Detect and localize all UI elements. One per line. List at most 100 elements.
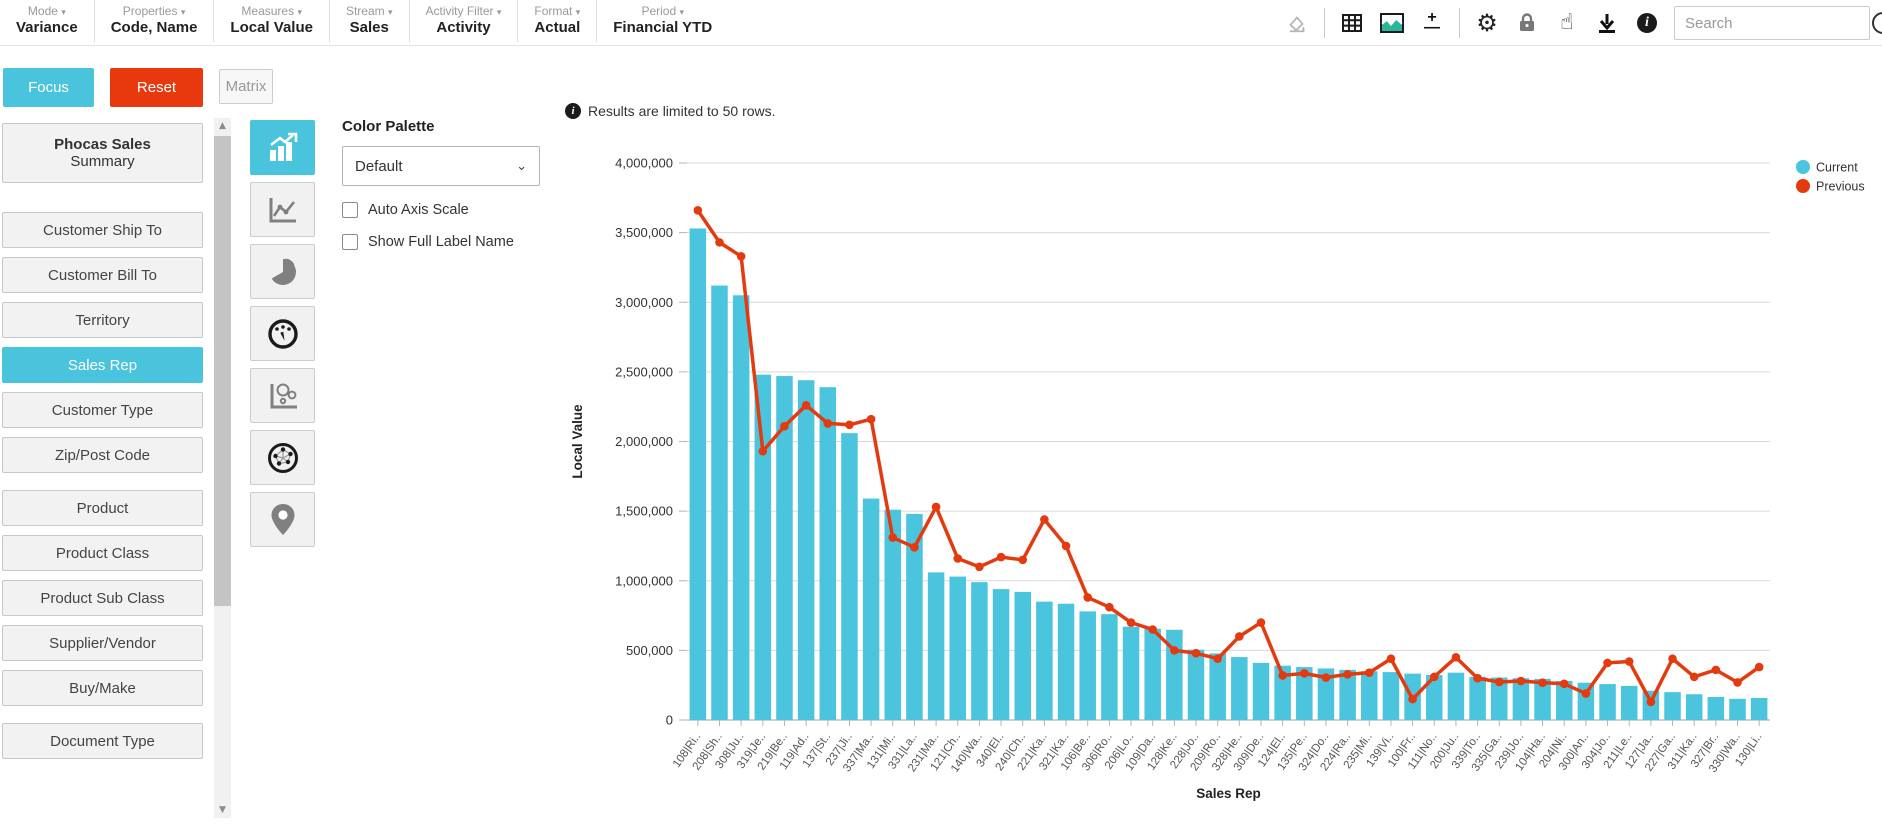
line-point[interactable] [1192, 649, 1201, 658]
bar-current[interactable] [1253, 663, 1270, 720]
line-point[interactable] [1495, 678, 1504, 687]
toolbar-dropdown-mode[interactable]: Mode ▾Variance [0, 0, 95, 42]
line-point[interactable] [1018, 556, 1027, 565]
line-point[interactable] [1517, 677, 1526, 686]
line-point[interactable] [1040, 515, 1049, 524]
bar-current[interactable] [1664, 692, 1681, 720]
bar-current[interactable] [798, 380, 815, 720]
line-point[interactable] [1213, 654, 1222, 663]
line-point[interactable] [737, 252, 746, 261]
toolbar-dropdown-period[interactable]: Period ▾Financial YTD [597, 0, 728, 42]
chart-type-bar-chart-icon[interactable] [250, 120, 315, 175]
sidebar-item-buy-make[interactable]: Buy/Make [2, 670, 203, 706]
bar-current[interactable] [928, 572, 945, 720]
chart-type-network-chart-icon[interactable] [250, 430, 315, 485]
sales-rep-chart[interactable]: 0500,0001,000,0001,500,0002,000,0002,500… [560, 130, 1882, 822]
line-point[interactable] [1170, 646, 1179, 655]
line-point[interactable] [953, 554, 962, 563]
line-point[interactable] [1712, 666, 1721, 675]
search-input[interactable] [1674, 6, 1870, 40]
download-icon[interactable] [1594, 10, 1620, 36]
scroll-up-icon[interactable]: ▲ [214, 118, 231, 134]
chart-svg[interactable]: 0500,0001,000,0001,500,0002,000,0002,500… [560, 130, 1882, 822]
chart-type-line-chart-icon[interactable] [250, 182, 315, 237]
toolbar-dropdown-format[interactable]: Format ▾Actual [518, 0, 597, 42]
bar-current[interactable] [1231, 657, 1248, 720]
chart-type-bubble-chart-icon[interactable] [250, 368, 315, 423]
bar-current[interactable] [1036, 602, 1053, 720]
sidebar-item-territory[interactable]: Territory [2, 302, 203, 338]
sidebar-item-product-class[interactable]: Product Class [2, 535, 203, 571]
bar-current[interactable] [1621, 686, 1638, 720]
sidebar-item-customer-bill-to[interactable]: Customer Bill To [2, 257, 203, 293]
line-point[interactable] [1625, 657, 1634, 666]
bar-current[interactable] [950, 577, 967, 720]
bar-current[interactable] [1361, 671, 1378, 720]
checkbox-auto-axis-scale[interactable] [342, 202, 358, 218]
scroll-down-icon[interactable]: ▼ [214, 802, 231, 818]
line-point[interactable] [845, 420, 854, 429]
line-point[interactable] [1408, 695, 1417, 704]
bar-current[interactable] [755, 375, 772, 720]
bar-current[interactable] [863, 499, 880, 720]
sidebar-item-product-sub-class[interactable]: Product Sub Class [2, 580, 203, 616]
line-point[interactable] [1755, 663, 1764, 672]
bar-current[interactable] [1123, 627, 1140, 720]
sidebar-item-customer-ship-to[interactable]: Customer Ship To [2, 212, 203, 248]
line-point[interactable] [1387, 654, 1396, 663]
sidebar-item-sales-rep[interactable]: Sales Rep [2, 347, 203, 383]
line-point[interactable] [1647, 698, 1656, 707]
bar-current[interactable] [1729, 699, 1746, 720]
bar-current[interactable] [1751, 698, 1768, 720]
matrix-button[interactable]: Matrix [219, 69, 273, 104]
line-point[interactable] [1538, 678, 1547, 687]
line-point[interactable] [1430, 673, 1439, 682]
bar-current[interactable] [1014, 592, 1031, 720]
bar-current[interactable] [1101, 614, 1118, 720]
sidebar-item-supplier-vendor[interactable]: Supplier/Vendor [2, 625, 203, 661]
sidebar-item-product[interactable]: Product [2, 490, 203, 526]
bar-current[interactable] [1599, 684, 1616, 720]
plus-minus-icon[interactable]: +— [1419, 10, 1445, 36]
line-point[interactable] [759, 447, 768, 456]
bar-current[interactable] [1686, 694, 1703, 720]
line-point[interactable] [1235, 632, 1244, 641]
line-point[interactable] [1300, 669, 1309, 678]
info-icon[interactable]: i [1634, 10, 1660, 36]
sidebar-item-zip-post-code[interactable]: Zip/Post Code [2, 437, 203, 473]
toolbar-dropdown-measures[interactable]: Measures ▾Local Value [214, 0, 330, 42]
checkbox-show-full-label-name[interactable] [342, 234, 358, 250]
area-chart-icon[interactable] [1379, 10, 1405, 36]
bar-current[interactable] [1144, 629, 1161, 720]
sidebar-item-customer-type[interactable]: Customer Type [2, 392, 203, 428]
line-point[interactable] [1452, 653, 1461, 662]
sidebar-item-document-type[interactable]: Document Type [2, 723, 203, 759]
gear-icon[interactable]: ⚙ [1474, 10, 1500, 36]
lock-icon[interactable] [1514, 10, 1540, 36]
bar-current[interactable] [841, 433, 858, 720]
bar-current[interactable] [1708, 697, 1725, 720]
table-icon[interactable] [1339, 10, 1365, 36]
chart-type-map-pin-icon[interactable] [250, 492, 315, 547]
bar-current[interactable] [733, 295, 750, 720]
toolbar-dropdown-activity-filter[interactable]: Activity Filter ▾Activity [410, 0, 519, 42]
line-point[interactable] [1062, 542, 1071, 551]
line-point[interactable] [888, 533, 897, 542]
line-point[interactable] [1603, 659, 1612, 668]
line-point[interactable] [1473, 674, 1482, 683]
toolbar-dropdown-properties[interactable]: Properties ▾Code, Name [95, 0, 215, 42]
bar-current[interactable] [690, 228, 707, 720]
chart-type-gauge-icon[interactable] [250, 306, 315, 361]
line-point[interactable] [867, 415, 876, 424]
line-point[interactable] [1278, 671, 1287, 680]
line-point[interactable] [910, 543, 919, 552]
focus-button[interactable]: Focus [3, 68, 94, 107]
legend-swatch-previous[interactable] [1796, 179, 1810, 193]
bar-current[interactable] [1209, 653, 1226, 720]
bar-current[interactable] [1469, 677, 1486, 720]
bar-current[interactable] [1079, 611, 1096, 720]
bar-current[interactable] [1448, 673, 1465, 720]
toolbar-dropdown-stream[interactable]: Stream ▾Sales [330, 0, 410, 42]
bar-current[interactable] [971, 582, 988, 720]
line-point[interactable] [975, 563, 984, 572]
